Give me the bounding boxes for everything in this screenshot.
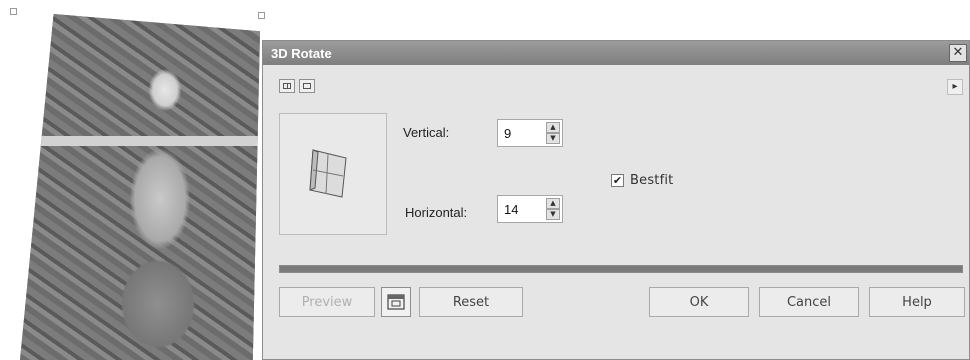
horizontal-label: Horizontal:	[405, 205, 468, 220]
bestfit-option[interactable]: ✔ Bestfit	[611, 173, 673, 188]
horizontal-spinner[interactable]: ▲ ▼	[497, 195, 563, 223]
bestfit-label: Bestfit	[630, 173, 674, 188]
rotation-preview	[279, 113, 387, 235]
3d-rotate-dialog: 3D Rotate ✕ ▸ Vertical: ▲ ▼ Horizontal: …	[262, 40, 970, 360]
horizontal-down-button[interactable]: ▼	[546, 209, 560, 220]
canvas-handle-top-left[interactable]	[10, 8, 17, 15]
close-button[interactable]: ✕	[949, 44, 967, 62]
options-menu-button[interactable]: ▸	[947, 79, 963, 95]
canvas-photo	[20, 14, 260, 360]
horizontal-up-button[interactable]: ▲	[546, 198, 560, 209]
preview-button[interactable]: Preview	[279, 287, 375, 317]
close-icon: ✕	[952, 45, 964, 60]
bestfit-checkbox[interactable]: ✔	[611, 174, 624, 187]
help-button[interactable]: Help	[869, 287, 965, 317]
single-view-button[interactable]	[299, 79, 315, 93]
cancel-button[interactable]: Cancel	[759, 287, 859, 317]
preview-toggle-button[interactable]	[381, 287, 411, 317]
3d-plane-icon	[309, 149, 347, 198]
split-view-button[interactable]	[279, 79, 295, 93]
dialog-titlebar[interactable]: 3D Rotate ✕	[263, 41, 969, 65]
reset-button[interactable]: Reset	[419, 287, 523, 317]
vertical-label: Vertical:	[403, 125, 450, 140]
preview-toggle-icon	[387, 294, 405, 310]
vertical-input[interactable]	[504, 124, 542, 142]
single-view-icon	[303, 83, 311, 89]
vertical-down-button[interactable]: ▼	[546, 133, 560, 144]
progress-fill	[280, 266, 962, 272]
progress-bar	[279, 265, 963, 273]
ok-button[interactable]: OK	[649, 287, 749, 317]
dialog-title: 3D Rotate	[271, 45, 332, 61]
split-view-icon	[283, 83, 291, 89]
menu-arrow-icon: ▸	[952, 81, 958, 92]
vertical-spinner[interactable]: ▲ ▼	[497, 119, 563, 147]
canvas-handle-top-right[interactable]	[258, 12, 265, 19]
horizontal-input[interactable]	[504, 200, 542, 218]
vertical-up-button[interactable]: ▲	[546, 122, 560, 133]
